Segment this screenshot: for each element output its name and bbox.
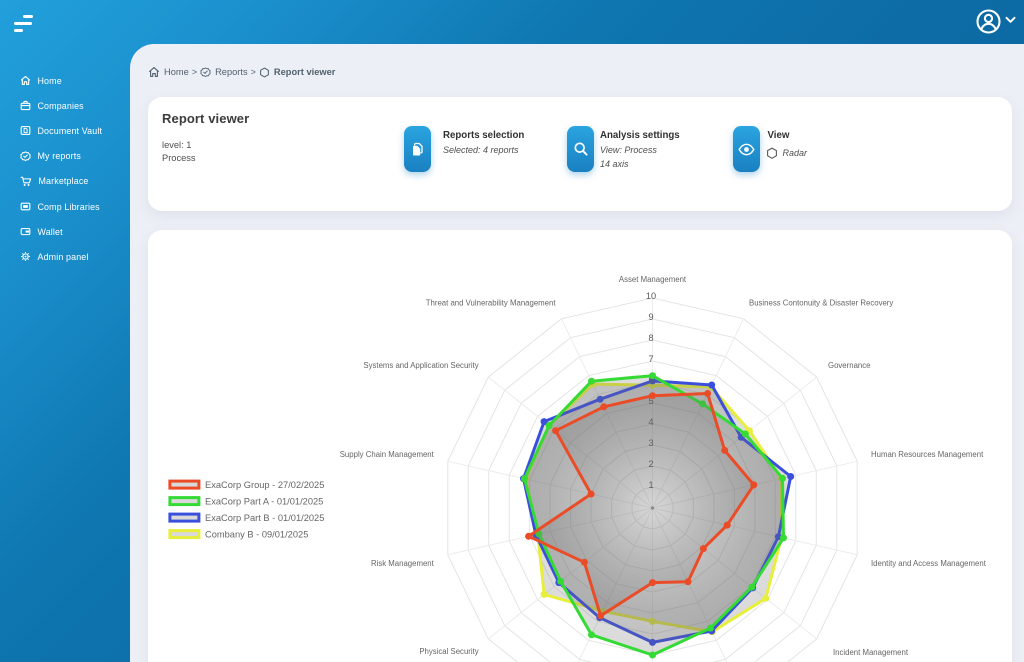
svg-text:Supply Chain Management: Supply Chain Management — [340, 450, 435, 459]
svg-text:7: 7 — [648, 354, 653, 364]
svg-text:Governance: Governance — [828, 361, 870, 370]
svg-text:ExaCorp Part B - 01/01/2025: ExaCorp Part B - 01/01/2025 — [205, 513, 324, 523]
svg-text:10: 10 — [646, 291, 656, 301]
svg-text:ExaCorp Group - 27/02/2025: ExaCorp Group - 27/02/2025 — [205, 480, 324, 490]
svg-text:8: 8 — [648, 333, 653, 343]
svg-text:Systems and Application Securi: Systems and Application Security — [363, 361, 478, 370]
svg-text:Business Contonuity & Disaster: Business Contonuity & Disaster Recovery — [749, 298, 893, 307]
svg-text:Physical Security: Physical Security — [419, 647, 478, 656]
svg-text:ExaCorp Part A - 01/01/2025: ExaCorp Part A - 01/01/2025 — [205, 496, 323, 506]
svg-text:Incident Management: Incident Management — [833, 648, 909, 657]
svg-text:Human Resources Management: Human Resources Management — [871, 450, 984, 459]
svg-text:Asset Management: Asset Management — [619, 275, 687, 284]
svg-text:Combany B - 09/01/2025: Combany B - 09/01/2025 — [205, 529, 308, 539]
svg-text:9: 9 — [648, 312, 653, 322]
svg-text:Threat and Vulnerability Manag: Threat and Vulnerability Management — [426, 298, 557, 307]
svg-text:Risk Management: Risk Management — [371, 559, 435, 568]
svg-text:Identity and Access Management: Identity and Access Management — [871, 559, 987, 568]
